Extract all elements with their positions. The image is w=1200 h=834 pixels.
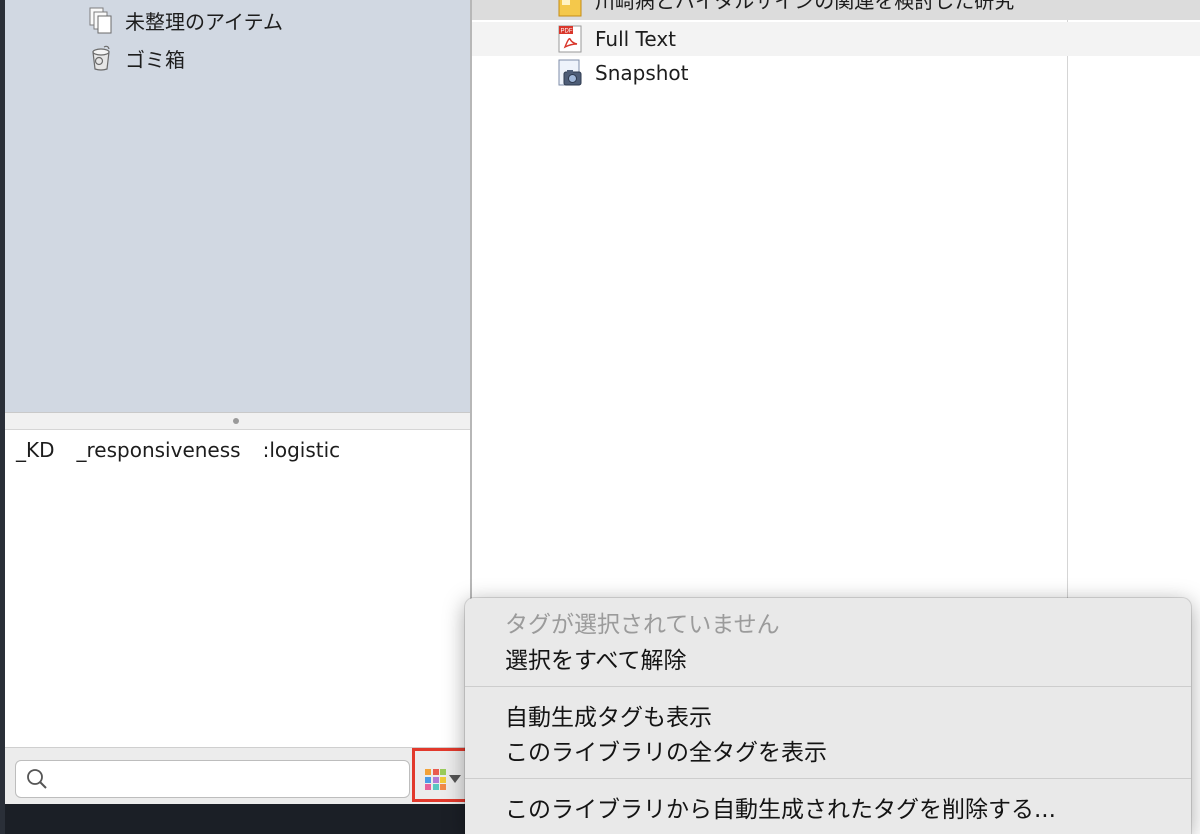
tag-search-input[interactable] — [56, 765, 400, 795]
menu-item-show-automatic-tags[interactable]: 自動生成タグも表示 — [505, 698, 712, 732]
snapshot-icon — [558, 59, 582, 86]
menu-separator — [465, 778, 1191, 779]
splitter-grip-icon[interactable] — [233, 418, 239, 424]
attachment-label: Snapshot — [595, 61, 689, 85]
trash-icon — [92, 45, 110, 71]
collection-label: 未整理のアイテム — [125, 9, 283, 34]
tag-actions-menu: タグが選択されていません 選択をすべて解除 自動生成タグも表示 このライブラリの… — [465, 598, 1191, 834]
menu-item-show-all-library-tags[interactable]: このライブラリの全タグを表示 — [505, 733, 827, 767]
menu-item-delete-automatic-tags[interactable]: このライブラリから自動生成されたタグを削除する... — [505, 790, 1056, 824]
attachment-row-full-text[interactable]: PDF Full Text — [472, 22, 1200, 56]
collection-trash[interactable]: ゴミ箱 — [87, 42, 185, 74]
tag-item[interactable]: :logistic — [263, 438, 341, 462]
tag-selector-footer — [5, 747, 470, 804]
tag-list: _KD _responsiveness :logistic — [16, 438, 340, 462]
attachment-row-snapshot[interactable]: Snapshot — [472, 56, 1200, 90]
collections-pane: 未整理のアイテム ゴミ箱 — [5, 0, 470, 412]
tag-colors-icon — [425, 769, 446, 790]
menu-item-deselect-all[interactable]: 選択をすべて解除 — [505, 641, 686, 675]
menu-separator — [465, 686, 1191, 687]
svg-text:PDF: PDF — [561, 29, 573, 35]
search-icon — [27, 769, 47, 789]
tag-item[interactable]: _responsiveness — [77, 438, 241, 462]
document-icon — [558, 0, 582, 17]
collection-unfiled-items[interactable]: 未整理のアイテム — [87, 4, 283, 36]
tag-actions-button[interactable] — [412, 748, 468, 802]
tag-search-box[interactable] — [15, 760, 410, 798]
column-divider[interactable] — [1067, 20, 1068, 620]
item-row-parent[interactable]: 川崎病とバイタルサインの関連を検討した研究 — [472, 0, 1200, 20]
chevron-down-icon — [449, 775, 461, 783]
attachment-label: Full Text — [595, 27, 677, 51]
zotero-window: 未整理のアイテム ゴミ箱 _KD _responsiveness :logist… — [0, 0, 1200, 834]
unfiled-items-icon — [89, 7, 112, 34]
tag-item[interactable]: _KD — [16, 438, 55, 462]
menu-item-no-tags-selected: タグが選択されていません — [505, 612, 780, 638]
pdf-icon: PDF — [558, 25, 582, 53]
pane-splitter[interactable] — [5, 412, 470, 430]
collection-label: ゴミ箱 — [125, 47, 185, 72]
tag-selector: _KD _responsiveness :logistic — [5, 430, 470, 747]
item-title: 川崎病とバイタルサインの関連を検討した研究 — [595, 0, 1015, 13]
